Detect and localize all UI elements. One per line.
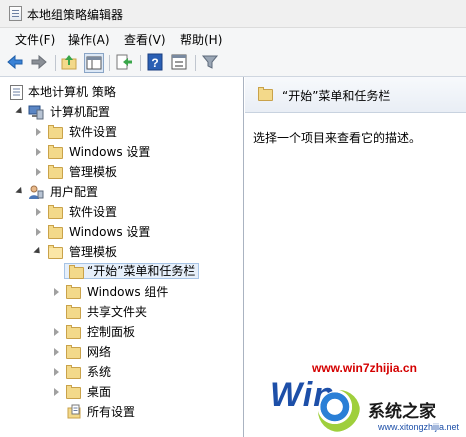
policy-document-icon [10, 85, 23, 100]
menu-bar: 文件(F) 操作(A) 查看(V) 帮助(H) [0, 28, 466, 49]
tree-node-label: “开始”菜单和任务栏 [87, 264, 196, 278]
menu-action[interactable]: 操作(A) [68, 31, 110, 48]
tree-node-label: 控制面板 [87, 325, 136, 339]
show-hide-tree-button[interactable] [84, 53, 104, 73]
tree-node-label: 共享文件夹 [87, 305, 148, 319]
menu-file[interactable]: 文件(F) [15, 31, 55, 48]
tree-node-label: 软件设置 [69, 205, 118, 219]
menu-help[interactable]: 帮助(H) [180, 31, 222, 48]
toolbar-separator [195, 55, 196, 71]
collapse-arrow-icon[interactable] [36, 208, 41, 216]
folder-icon [48, 165, 63, 179]
tree-node-label: 管理模板 [69, 245, 118, 259]
expand-arrow-icon[interactable] [15, 106, 25, 117]
tree-pane[interactable]: 本地计算机 策略 计算机配置 软件设置 Windows 设置 管理模板 用户配置… [0, 77, 244, 437]
folder-icon [66, 325, 81, 339]
filter-icon [201, 55, 219, 69]
collapse-arrow-icon[interactable] [54, 288, 59, 296]
filter-button[interactable] [201, 53, 221, 73]
tree-node-label: 管理模板 [69, 165, 118, 179]
forward-button[interactable] [30, 53, 50, 73]
tree-node-label: 系统 [87, 365, 112, 379]
tree-node-label: Windows 设置 [69, 145, 151, 159]
policy-editor-icon [9, 6, 22, 21]
folder-icon [48, 225, 63, 239]
properties-icon [171, 54, 187, 70]
toolbar: ? [0, 49, 466, 77]
window-title: 本地组策略编辑器 [27, 8, 124, 22]
menu-view[interactable]: 查看(V) [124, 31, 166, 48]
collapse-arrow-icon[interactable] [36, 168, 41, 176]
tree-node-label: 用户配置 [50, 185, 99, 199]
folder-icon [66, 385, 81, 399]
back-arrow-icon [7, 54, 23, 70]
collapse-arrow-icon[interactable] [36, 128, 41, 136]
collapse-arrow-icon[interactable] [54, 388, 59, 396]
tree-node-label: 桌面 [87, 385, 112, 399]
watermark-small-url: www.xitongzhijia.net [378, 422, 460, 432]
tree-node-label: 所有设置 [87, 405, 136, 419]
toolbar-separator [55, 55, 56, 71]
watermark-swirl-icon [318, 390, 360, 432]
up-folder-icon [61, 55, 77, 70]
expand-arrow-icon[interactable] [33, 246, 43, 257]
up-level-button[interactable] [60, 53, 80, 73]
folder-icon [66, 305, 81, 319]
watermark-brand: 系统之家 [368, 402, 436, 422]
detail-description: 选择一个项目来查看它的描述。 [253, 131, 422, 145]
tree-node-label: Windows 组件 [87, 285, 169, 299]
collapse-arrow-icon[interactable] [36, 148, 41, 156]
tree-node-label: 计算机配置 [50, 105, 111, 119]
tree-node-start-menu-taskbar[interactable]: “开始”菜单和任务栏 [64, 263, 200, 281]
export-list-icon [116, 54, 132, 70]
collapse-arrow-icon[interactable] [54, 368, 59, 376]
folder-icon [66, 285, 81, 299]
tree-node-label: 网络 [87, 345, 112, 359]
svg-text:?: ? [151, 56, 158, 70]
properties-button[interactable] [170, 53, 190, 73]
show-hide-tree-icon [86, 56, 102, 70]
folder-icon [48, 205, 63, 219]
all-settings-icon [67, 404, 81, 419]
title-bar: 本地组策略编辑器 [0, 0, 466, 28]
folder-icon [66, 365, 81, 379]
forward-arrow-icon [31, 54, 47, 70]
folder-icon [258, 87, 273, 101]
toolbar-separator [109, 55, 110, 71]
back-button[interactable] [6, 53, 26, 73]
help-icon: ? [147, 53, 163, 71]
tree-node-label: Windows 设置 [69, 225, 151, 239]
folder-icon [66, 345, 81, 359]
watermark-url: www.win7zhijia.cn [312, 361, 417, 375]
folder-icon [48, 145, 63, 159]
tree-node-label: 本地计算机 策略 [28, 85, 116, 99]
collapse-arrow-icon[interactable] [54, 348, 59, 356]
tree-node-label: 软件设置 [69, 125, 118, 139]
folder-icon [48, 125, 63, 139]
toolbar-separator [140, 55, 141, 71]
help-button[interactable]: ? [146, 53, 166, 73]
detail-header-title: “开始”菜单和任务栏 [282, 89, 391, 103]
computer-icon [28, 105, 44, 120]
detail-header: “开始”菜单和任务栏 [245, 77, 466, 113]
tree-node-selected-wrapper: “开始”菜单和任务栏 [64, 263, 200, 279]
user-icon [29, 185, 44, 199]
folder-open-icon [48, 245, 63, 259]
folder-icon [69, 265, 84, 279]
collapse-arrow-icon[interactable] [36, 228, 41, 236]
export-list-button[interactable] [115, 53, 135, 73]
expand-arrow-icon[interactable] [15, 186, 25, 197]
collapse-arrow-icon[interactable] [54, 328, 59, 336]
